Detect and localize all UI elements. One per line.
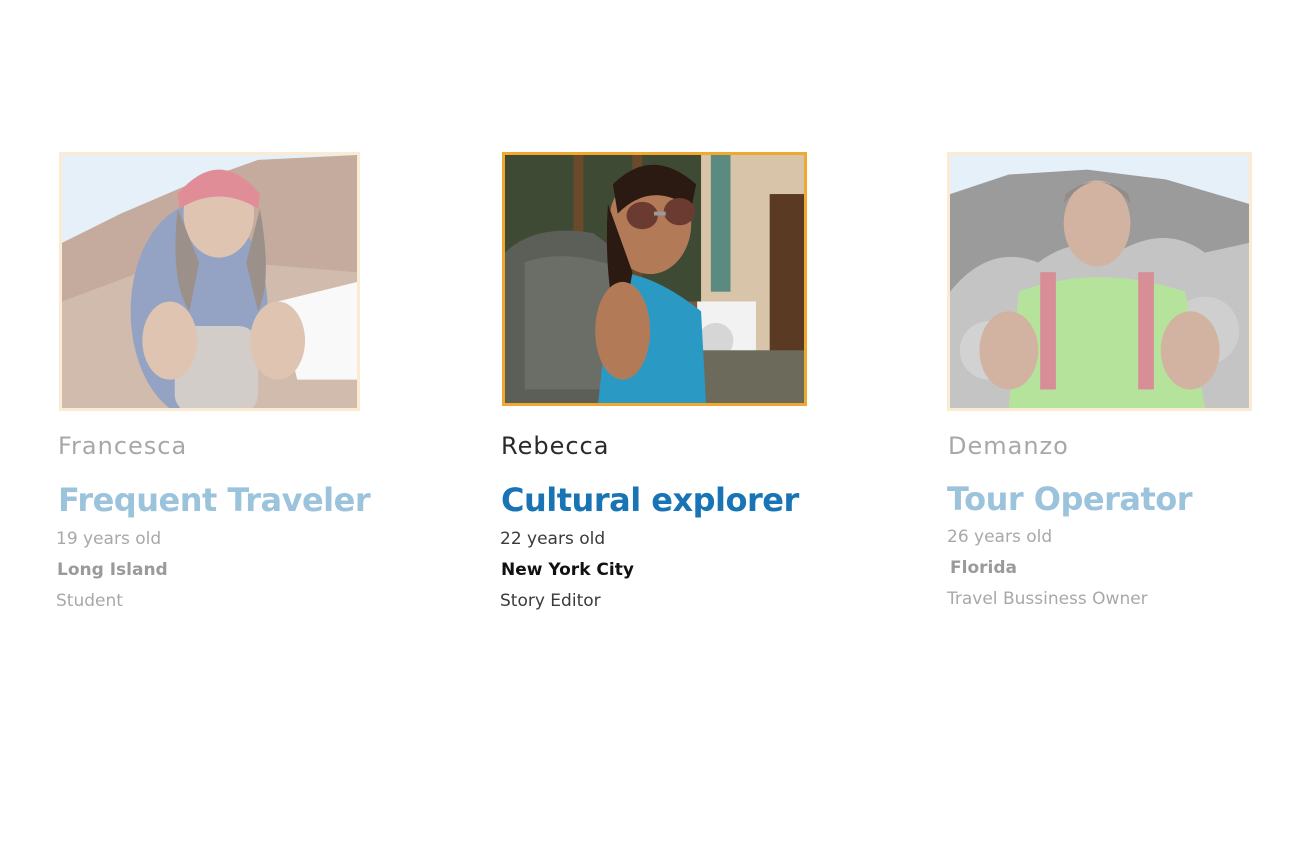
traveler-woman-sunglasses-photo (505, 155, 804, 403)
persona-location: Florida (950, 558, 1017, 578)
persona-age: 22 years old (500, 529, 606, 549)
persona-photo-francesca[interactable] (59, 152, 360, 411)
persona-photo-rebecca[interactable] (502, 152, 807, 406)
persona-name: Francesca (58, 432, 188, 460)
persona-name: Demanzo (948, 432, 1069, 460)
persona-role-title: Frequent Traveler (58, 481, 371, 519)
persona-name: Rebecca (501, 432, 610, 460)
persona-role-title: Tour Operator (947, 480, 1193, 518)
persona-occupation: Story Editor (500, 591, 601, 611)
persona-age: 26 years old (947, 527, 1053, 547)
persona-occupation: Travel Bussiness Owner (947, 589, 1148, 609)
persona-location: Long Island (57, 560, 168, 580)
persona-photo-demanzo[interactable] (947, 152, 1252, 411)
persona-location: New York City (501, 560, 634, 580)
persona-occupation: Student (56, 591, 123, 611)
persona-age: 19 years old (56, 529, 162, 549)
traveler-woman-photo (62, 155, 357, 408)
traveler-man-photo (950, 155, 1249, 408)
persona-role-title: Cultural explorer (501, 481, 799, 519)
